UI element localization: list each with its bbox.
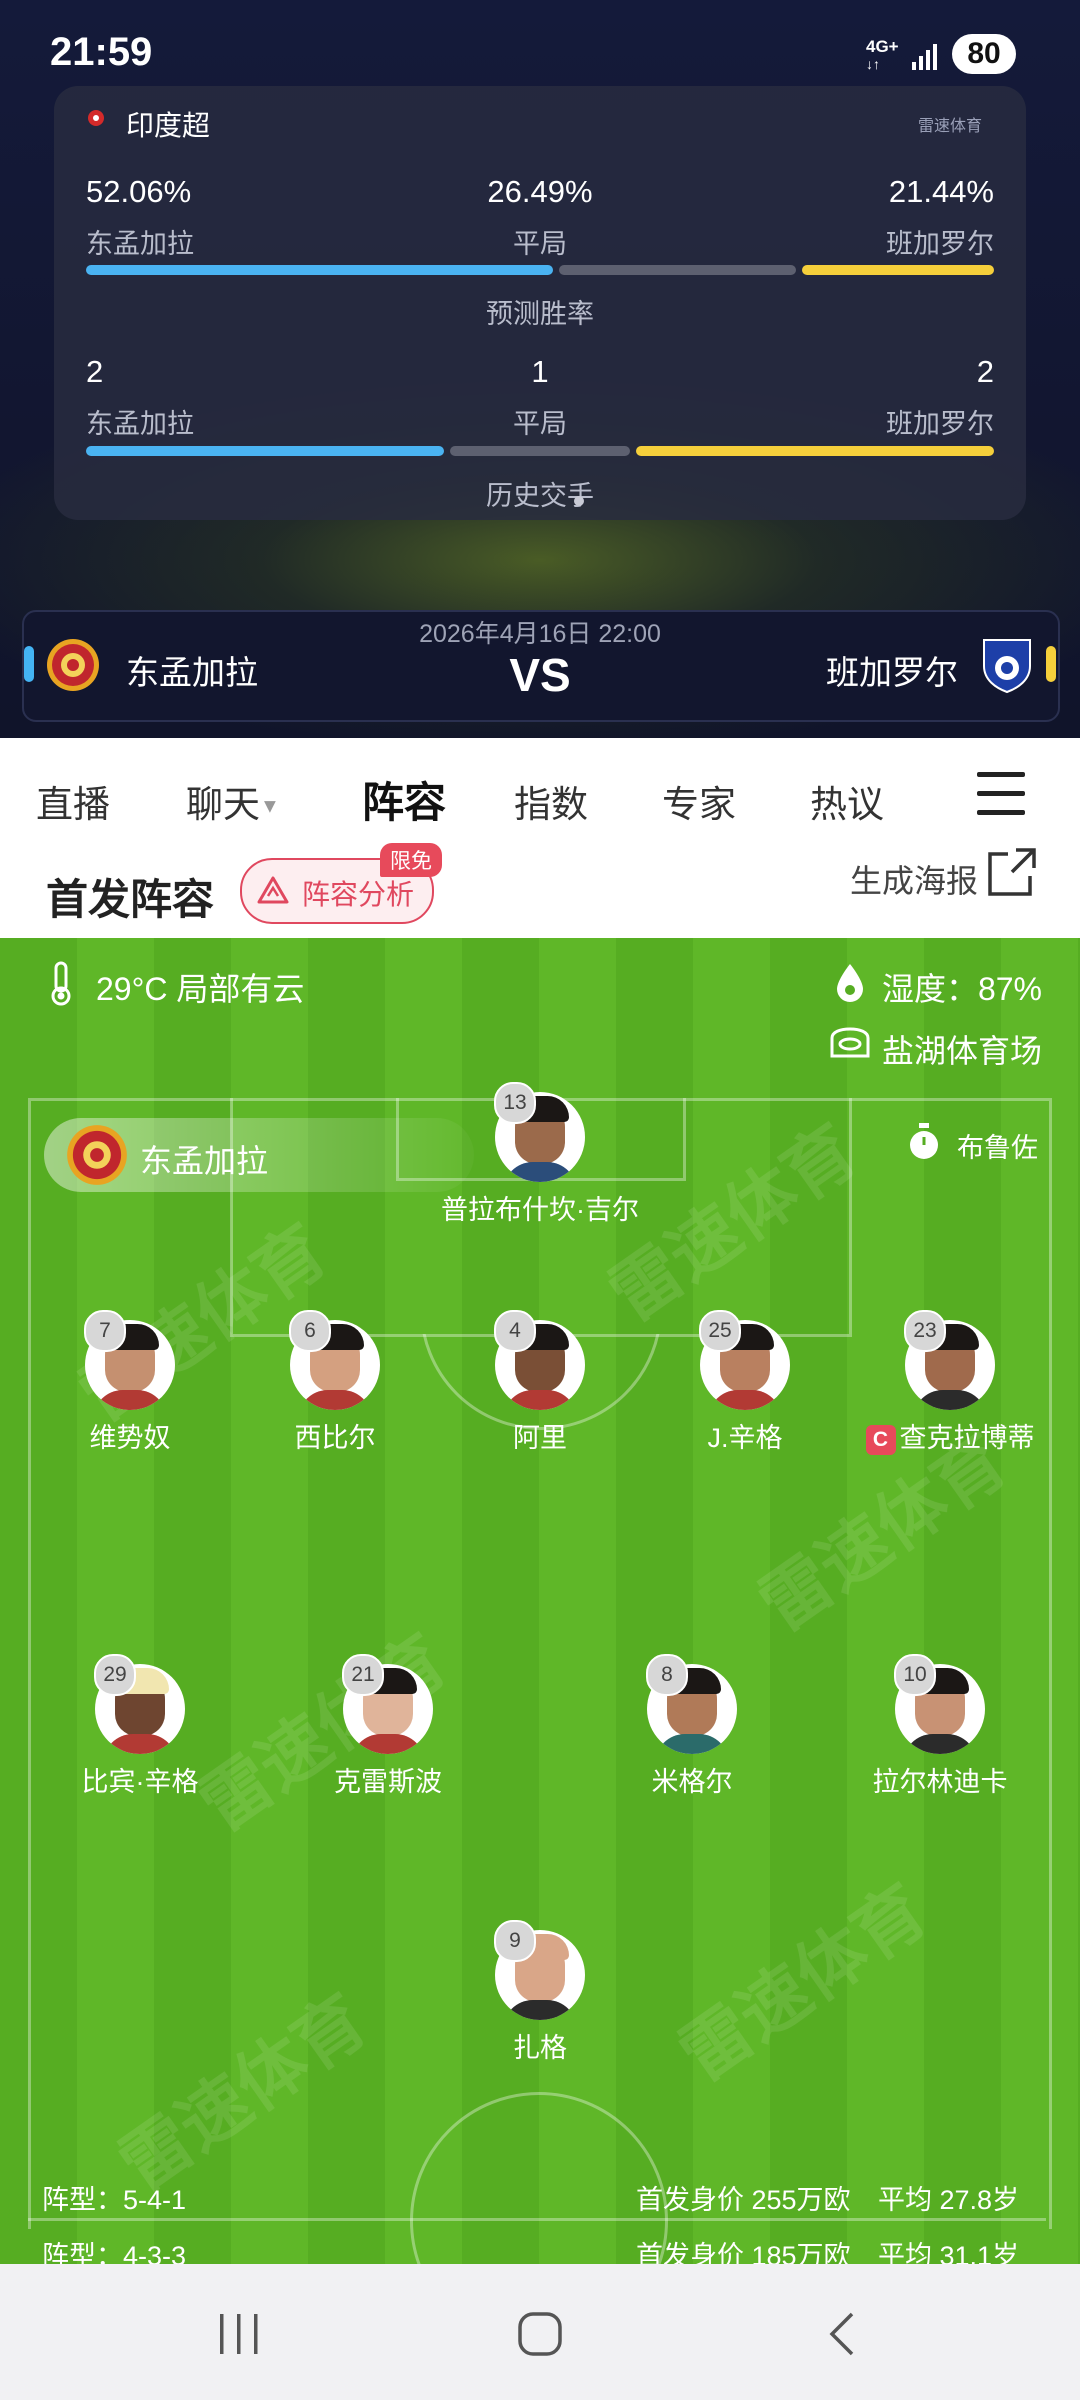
captain-badge: C: [865, 1424, 896, 1455]
history-caption: 历史交手: [486, 481, 594, 511]
away-team-label: 班加罗尔: [886, 229, 994, 259]
free-badge: 限免: [380, 843, 442, 877]
player-card[interactable]: 29 比宾·辛格: [40, 1654, 240, 1799]
home-squad-value: 首发身价 255万欧: [636, 2185, 851, 2215]
humidity-drop-icon: [837, 964, 863, 1002]
draw-history-bar: [450, 446, 630, 456]
league-logo-icon: [88, 110, 104, 126]
away-history-count: 2: [976, 354, 994, 389]
tab-live[interactable]: 直播: [36, 774, 110, 828]
tab-discussion[interactable]: 热议: [810, 774, 884, 828]
network-indicator: 4G+ ↓↑: [866, 37, 899, 72]
stopwatch-icon: [910, 1123, 938, 1159]
player-card[interactable]: 21 克雷斯波: [288, 1654, 488, 1799]
away-team-name[interactable]: 班加罗尔: [826, 646, 958, 694]
recent-apps-icon[interactable]: [216, 2312, 262, 2356]
lineup-title: 首发阵容: [46, 876, 215, 923]
player-number: 29: [94, 1654, 136, 1696]
status-time: 21:59: [50, 30, 153, 74]
player-name: 扎格: [513, 2033, 567, 2063]
player-name: 普拉布什坎·吉尔: [441, 1195, 639, 1225]
player-name: 拉尔林迪卡: [872, 1767, 1008, 1797]
player-card[interactable]: 6 西比尔: [235, 1310, 435, 1455]
home-win-bar: [86, 265, 553, 275]
away-average-age: 平均 31.1岁: [878, 2241, 1020, 2264]
player-number: 10: [894, 1654, 936, 1696]
away-formation: 阵型：4-3-3: [42, 2241, 187, 2264]
network-type: 4G+: [866, 37, 899, 56]
away-history-team: 班加罗尔: [886, 409, 994, 439]
generate-poster-button[interactable]: 生成海报: [850, 856, 978, 902]
signal-icon: [912, 44, 937, 70]
tab-experts[interactable]: 专家: [662, 774, 736, 828]
player-name: 米格尔: [651, 1767, 733, 1797]
player-name: J.辛格: [707, 1423, 783, 1453]
history-bar: [86, 446, 994, 456]
player-card[interactable]: 4 阿里: [440, 1310, 640, 1455]
lineup-analysis-label: 阵容分析: [302, 879, 415, 910]
home-icon[interactable]: [516, 2310, 564, 2358]
share-export-icon[interactable]: [986, 846, 1038, 898]
away-team-logo-icon[interactable]: [980, 636, 1034, 694]
tab-chat[interactable]: 聊天▼: [186, 774, 280, 828]
player-card[interactable]: 7 维势奴: [30, 1310, 230, 1455]
win-rate-caption: 预测胜率: [486, 299, 594, 329]
win-rate-bar: [86, 265, 994, 275]
generate-poster-label: 生成海报: [850, 863, 979, 899]
player-card[interactable]: 13 普拉布什坎·吉尔: [440, 1082, 640, 1227]
coach-name: 布鲁佐: [957, 1133, 1038, 1163]
player-card[interactable]: 8 米格尔: [592, 1654, 792, 1799]
home-average-age: 平均 27.8岁: [878, 2185, 1020, 2215]
tab-odds[interactable]: 指数: [514, 774, 588, 828]
thermometer-icon: [51, 961, 71, 1006]
player-number: 8: [646, 1654, 688, 1696]
away-win-bar: [801, 265, 994, 275]
player-name-with-captain: C 查克拉博蒂: [850, 1416, 1050, 1455]
stadium-name: 盐湖体育场: [881, 1033, 1042, 1069]
player-number: 13: [494, 1082, 536, 1124]
battery-indicator: 80: [952, 34, 1016, 74]
home-team-chip-name: 东孟加拉: [140, 1143, 269, 1179]
stadium-icon: [830, 1027, 870, 1058]
player-number: 7: [84, 1310, 126, 1352]
match-datetime: 2026年4月16日 22:00: [419, 620, 661, 648]
pitch: 雷速体育 雷速体育 雷速体育 雷速体育 雷速体育 雷速体育 29°C 局部有云 …: [0, 938, 1080, 2264]
player-name: 克雷斯波: [334, 1767, 442, 1797]
league-name: 印度超: [126, 110, 211, 141]
analysis-triangle-icon: [257, 876, 289, 904]
home-team-logo-icon: [67, 1125, 127, 1185]
player-number: 25: [699, 1310, 741, 1352]
home-history-bar: [86, 446, 445, 456]
menu-icon[interactable]: [977, 772, 1025, 816]
player-card[interactable]: 9 扎格: [440, 1920, 640, 2065]
player-number: 23: [904, 1310, 946, 1352]
draw-bar: [558, 265, 796, 275]
halfway-line: [28, 2218, 1046, 2221]
player-number: 4: [494, 1310, 536, 1352]
chevron-down-icon: ▼: [260, 795, 280, 818]
humidity-text: 湿度：87%: [881, 971, 1042, 1007]
player-card[interactable]: 10 拉尔林迪卡: [840, 1654, 1040, 1799]
tab-chat-label: 聊天: [186, 784, 260, 825]
away-squad-value: 首发身价 185万欧: [636, 2241, 851, 2264]
away-win-pct: 21.44%: [888, 174, 994, 209]
player-name: 阿里: [513, 1423, 567, 1453]
away-history-bar: [635, 446, 994, 456]
draw-history-count: 1: [531, 354, 549, 389]
weather-text: 29°C 局部有云: [96, 971, 305, 1007]
tab-lineup[interactable]: 阵容: [362, 769, 446, 830]
player-card[interactable]: 23 C 查克拉博蒂: [850, 1310, 1050, 1455]
home-formation: 阵型：5-4-1: [42, 2185, 187, 2215]
player-name: 比宾·辛格: [81, 1767, 199, 1797]
player-number: 21: [342, 1654, 384, 1696]
player-name: 西比尔: [294, 1423, 376, 1453]
back-icon[interactable]: [822, 2310, 862, 2358]
page-indicator[interactable]: [574, 496, 584, 506]
player-name: 维势奴: [89, 1423, 171, 1453]
player-number: 9: [494, 1920, 536, 1962]
brand-watermark: 雷速体育: [918, 118, 983, 135]
player-number: 6: [289, 1310, 331, 1352]
player-name: 查克拉博蒂: [899, 1423, 1035, 1453]
player-card[interactable]: 25 J.辛格: [645, 1310, 845, 1455]
